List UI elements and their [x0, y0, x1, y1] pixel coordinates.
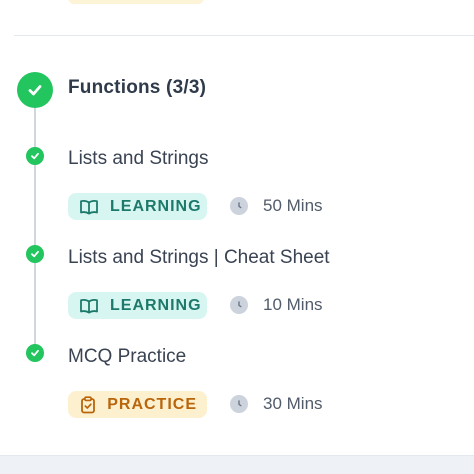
- item-title-mcq-practice[interactable]: MCQ Practice: [68, 346, 186, 368]
- learning-badge: LEARNING: [68, 292, 207, 319]
- timeline-line: [34, 96, 36, 360]
- item-title-cheat-sheet[interactable]: Lists and Strings | Cheat Sheet: [68, 247, 330, 269]
- duration-text: 10 Mins: [263, 295, 323, 314]
- previous-item-badge: [68, 0, 204, 4]
- badge-label: LEARNING: [110, 197, 202, 215]
- clock-icon: [230, 296, 248, 314]
- duration: 50 Mins: [230, 196, 323, 216]
- item-check-icon: [26, 245, 44, 263]
- clipboard-check-icon: [79, 395, 96, 415]
- duration: 10 Mins: [230, 295, 323, 315]
- clock-icon: [230, 395, 248, 413]
- badge-label: LEARNING: [110, 296, 202, 314]
- item-title-lists-and-strings[interactable]: Lists and Strings: [68, 148, 208, 170]
- practice-badge: PRACTICE: [68, 391, 207, 418]
- book-open-icon: [79, 197, 99, 217]
- section-title[interactable]: Functions (3/3): [68, 77, 206, 99]
- badge-label: PRACTICE: [107, 395, 197, 413]
- item-check-icon: [26, 344, 44, 362]
- book-open-icon: [79, 296, 99, 316]
- item-check-icon: [26, 147, 44, 165]
- next-section-band: [0, 455, 474, 474]
- section-check-icon: [17, 72, 53, 108]
- duration: 30 Mins: [230, 394, 323, 414]
- duration-text: 50 Mins: [263, 196, 323, 215]
- learning-badge: LEARNING: [68, 193, 207, 220]
- section-divider: [14, 35, 474, 36]
- clock-icon: [230, 197, 248, 215]
- duration-text: 30 Mins: [263, 394, 323, 413]
